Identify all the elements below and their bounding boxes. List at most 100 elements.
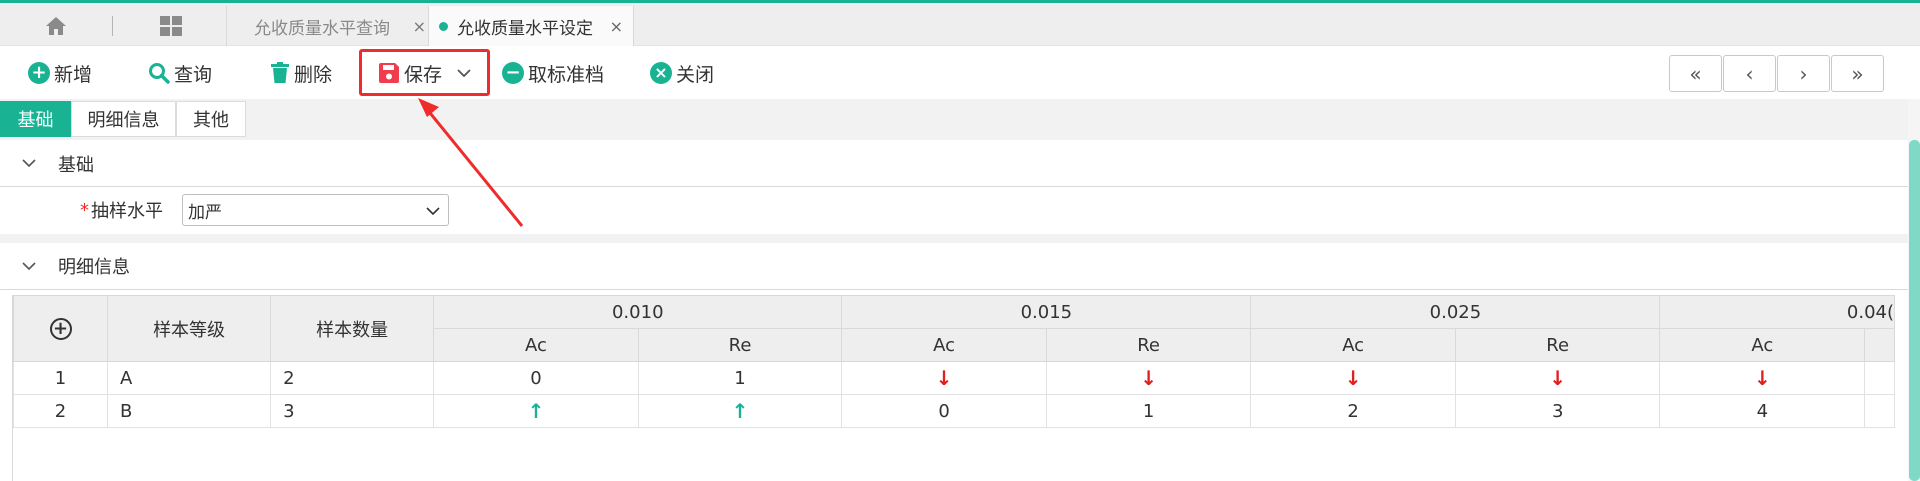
apps-grid-icon[interactable]: [155, 13, 187, 39]
close-label: 关闭: [676, 63, 715, 86]
tab-basic[interactable]: 基础: [0, 101, 71, 137]
aql-table: + 样本等级 样本数量 0.010 0.015 0.025 0.04( Ac R…: [13, 295, 1895, 428]
double-chevron-left-icon: «: [1689, 61, 1702, 86]
tab-label: 基础: [17, 110, 54, 131]
down-arrow-icon[interactable]: ↓: [1659, 361, 1866, 395]
cell-level[interactable]: B: [107, 394, 272, 428]
tab-aql-query[interactable]: 允收质量水平查询 ×: [226, 6, 428, 46]
app-window: 允收质量水平查询 × 允收质量水平设定 × + 新增 查询 删除 保存 − 取标…: [0, 0, 1920, 481]
detail-table-container: + 样本等级 样本数量 0.010 0.015 0.025 0.04( Ac R…: [12, 295, 1895, 481]
cell-extra: [1864, 361, 1895, 395]
delete-label: 删除: [294, 63, 333, 86]
close-icon[interactable]: ×: [610, 17, 623, 36]
last-record-button[interactable]: »: [1831, 55, 1884, 92]
search-icon: [148, 62, 170, 84]
section-title: 基础: [58, 154, 94, 176]
cell-value[interactable]: 4: [1659, 394, 1866, 428]
section-basic-header[interactable]: 基础: [0, 141, 1908, 187]
header-aql-group: 0.010: [433, 295, 843, 329]
tab-other[interactable]: 其他: [176, 101, 246, 137]
header-ac: Ac: [433, 328, 639, 362]
chevron-down-icon[interactable]: [456, 68, 472, 78]
down-arrow-icon[interactable]: ↓: [1250, 361, 1456, 395]
home-icon[interactable]: [40, 13, 72, 39]
close-icon[interactable]: ×: [413, 17, 426, 36]
cell-value[interactable]: 1: [637, 361, 843, 395]
plus-icon: +: [28, 62, 50, 84]
cell-count[interactable]: 3: [270, 394, 435, 428]
header-re: Re: [1454, 328, 1661, 362]
close-circle-icon: ×: [650, 62, 672, 84]
down-arrow-icon[interactable]: ↓: [841, 361, 1047, 395]
header-ac: Ac: [1659, 328, 1866, 362]
close-button[interactable]: × 关闭: [650, 47, 714, 99]
save-button[interactable]: 保存: [378, 47, 476, 99]
tab-label: 允收质量水平设定: [457, 18, 593, 39]
header-ac: Ac: [841, 328, 1047, 362]
tab-detail[interactable]: 明细信息: [71, 101, 176, 137]
active-dot-icon: [439, 21, 448, 31]
required-mark: *: [80, 199, 89, 221]
add-row-header[interactable]: +: [13, 295, 109, 362]
cell-value[interactable]: 0: [841, 394, 1047, 428]
tab-aql-setting[interactable]: 允收质量水平设定 ×: [428, 6, 634, 46]
header-aql-group: 0.015: [841, 295, 1252, 329]
header-ac: Ac: [1250, 328, 1456, 362]
double-chevron-right-icon: »: [1851, 61, 1864, 86]
query-button[interactable]: 查询: [148, 47, 212, 99]
save-label: 保存: [404, 63, 443, 86]
chevron-down-icon: [22, 259, 36, 273]
cell-level[interactable]: A: [107, 361, 272, 395]
chevron-right-icon: ›: [1799, 61, 1808, 86]
save-icon: [378, 62, 400, 84]
basic-form: * 抽样水平 加严: [0, 187, 1908, 234]
top-tab-bar: 允收质量水平查询 × 允收质量水平设定 ×: [0, 0, 1920, 46]
new-label: 新增: [54, 63, 93, 86]
next-record-button[interactable]: ›: [1777, 55, 1830, 92]
header-re: Re: [1045, 328, 1252, 362]
header-aql-group: 0.025: [1250, 295, 1661, 329]
label-text: 抽样水平: [91, 201, 163, 222]
select-value: 加严: [188, 202, 222, 223]
first-record-button[interactable]: «: [1669, 55, 1722, 92]
row-index: 1: [13, 361, 109, 395]
tab-label: 其他: [193, 110, 229, 131]
tab-label: 允收质量水平查询: [254, 18, 390, 39]
cell-value[interactable]: 1: [1045, 394, 1252, 428]
minus-icon: −: [502, 62, 524, 84]
trash-icon: [270, 62, 290, 84]
prev-record-button[interactable]: ‹: [1723, 55, 1776, 92]
delete-button[interactable]: 删除: [270, 47, 332, 99]
chevron-left-icon: ‹: [1745, 61, 1754, 86]
header-extra: [1864, 328, 1895, 362]
cell-count[interactable]: 2: [270, 361, 435, 395]
down-arrow-icon[interactable]: ↓: [1045, 361, 1252, 395]
chevron-down-icon: [426, 203, 440, 223]
up-arrow-icon[interactable]: ↑: [637, 394, 843, 428]
chevron-down-icon: [22, 157, 36, 171]
cell-extra: [1864, 394, 1895, 428]
header-level: 样本等级: [107, 295, 272, 362]
up-arrow-icon[interactable]: ↑: [433, 394, 639, 428]
section-title: 明细信息: [58, 257, 130, 278]
header-re: Re: [637, 328, 843, 362]
cancel-approve-button[interactable]: − 取标准档: [502, 47, 604, 99]
cell-value[interactable]: 3: [1454, 394, 1661, 428]
sampling-level-label: * 抽样水平: [80, 197, 163, 223]
cancel-approve-label: 取标准档: [528, 63, 605, 86]
inner-tab-strip: [0, 99, 1920, 140]
table-row[interactable]: 2 B 3 ↑ ↑ 0 1 2 3 4: [13, 394, 1895, 428]
down-arrow-icon[interactable]: ↓: [1454, 361, 1661, 395]
vertical-scrollbar-thumb[interactable]: [1909, 140, 1920, 481]
section-detail-header[interactable]: 明细信息: [0, 243, 1908, 290]
sampling-level-select[interactable]: 加严: [182, 194, 449, 226]
toolbar: + 新增 查询 删除 保存 − 取标准档 × 关闭 « ‹ › »: [0, 47, 1920, 99]
cell-value[interactable]: 2: [1250, 394, 1456, 428]
plus-circle-icon[interactable]: +: [49, 317, 72, 340]
query-label: 查询: [174, 63, 213, 86]
table-row[interactable]: 1 A 2 0 1 ↓ ↓ ↓ ↓ ↓: [13, 361, 1895, 395]
cell-value[interactable]: 0: [433, 361, 639, 395]
new-button[interactable]: + 新增: [28, 47, 92, 99]
header-aql-group: 0.04(: [1659, 295, 1895, 329]
section-gap: [0, 234, 1908, 243]
